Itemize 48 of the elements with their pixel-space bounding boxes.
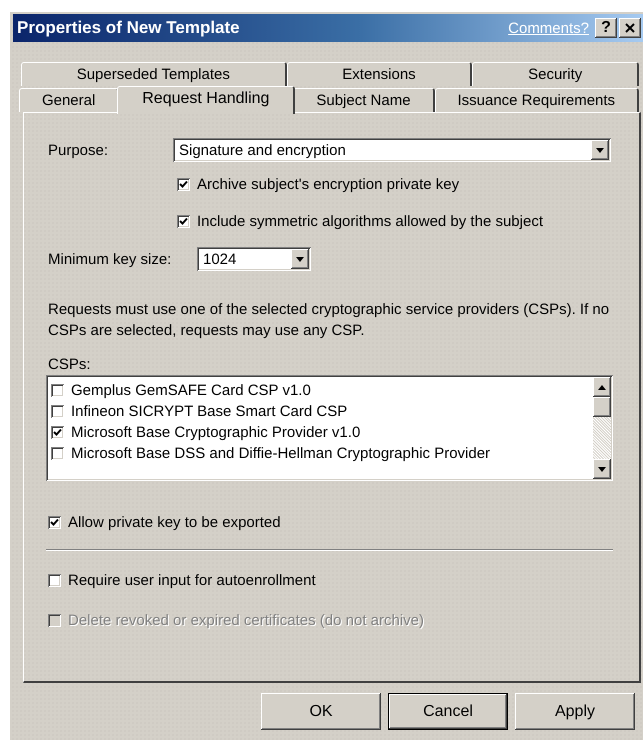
dialog-button[interactable]: OK [261,693,381,730]
scroll-down-button[interactable] [593,459,611,479]
checkbox[interactable] [177,178,190,190]
scrollbar-thumb[interactable] [593,397,611,417]
checkbox-label: Delete revoked or expired certificates (do not archive) [68,612,424,628]
up-arrow-icon [598,384,606,390]
checkbox[interactable] [48,574,61,586]
checkbox-label: Gemplus GemSAFE Card CSP v1.0 [71,382,311,399]
tab[interactable]: Request Handling [117,86,296,114]
key-size-dropdown[interactable]: 1024 [197,247,311,271]
dropdown-button[interactable] [591,140,609,160]
checkbox-label: Infineon SICRYPT Base Smart Card CSP [71,403,348,420]
dialog-button[interactable]: Apply [515,693,635,730]
checkbox[interactable] [51,384,64,397]
checkbox-label: Require user input for autoenrollment [68,572,316,588]
checkbox[interactable] [51,426,64,439]
tab[interactable]: Superseded Templates [21,62,287,86]
checkbox[interactable] [51,405,64,418]
checkbox-label: Archive subject's encryption private key [197,176,460,192]
dialog-button[interactable]: Cancel [388,693,508,730]
checkbox-label: Microsoft Base Cryptographic Provider v1.0 [71,424,360,441]
tab[interactable]: Security [472,62,639,86]
description-text: Requests must use one of the selected cryptographic service providers (CSPs). If no CSPs are selected, requests may use any CSP. [48,300,610,341]
help-button[interactable]: ? [595,18,617,38]
dropdown-button[interactable] [291,249,309,269]
checkbox-label: Include symmetric algorithms allowed by the subject [197,212,543,230]
checkbox-label: Microsoft Base DSS and Diffie-Hellman Cryptographic Provider [71,445,490,462]
csp-list[interactable]: Gemplus GemSAFE Card CSP v1.0 Infineon SICRYPT Base Smart Card CSP Microsoft Base Cryptographic Provider v1.0 Microsoft Base DSS and Diffie-Hellman Cryptographic Provider [46,375,613,481]
field-label: CSPs: [48,356,92,373]
purpose-dropdown[interactable]: Signature and encryption [173,138,611,162]
caret-icon [596,148,604,152]
checkbox[interactable] [177,214,190,228]
checkbox-label: Allow private key to be exported [68,514,281,530]
field-label: Minimum key size: [48,250,172,268]
tab[interactable]: Extensions [286,62,472,86]
tab[interactable]: Subject Name [293,88,435,112]
checkbox[interactable] [48,516,61,528]
scroll-up-button[interactable] [593,377,611,397]
close-button[interactable] [619,18,641,38]
tab[interactable]: Issuance Requirements [434,88,640,112]
scrollbar[interactable] [593,377,611,479]
close-icon [625,23,635,33]
down-arrow-icon [598,466,606,472]
field-label: Purpose: [48,142,110,158]
window-title: Properties of New Template [17,18,241,38]
checkbox[interactable] [51,447,64,460]
tab[interactable]: General [19,88,120,112]
caret-icon [296,256,304,262]
